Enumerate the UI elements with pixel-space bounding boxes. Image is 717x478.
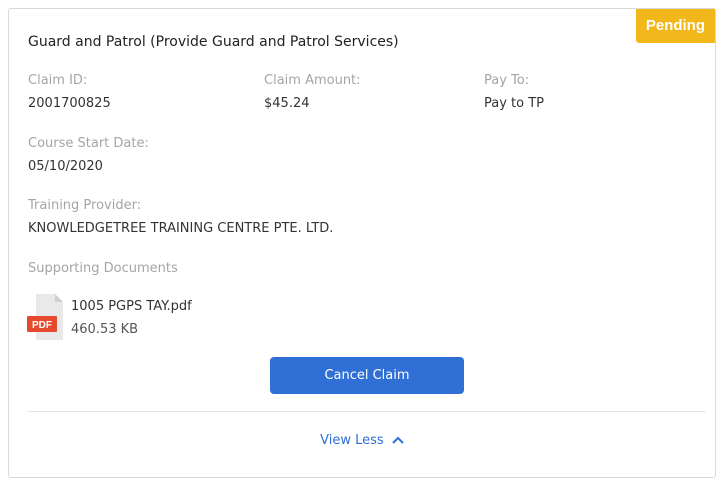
supporting-documents-label: Supporting Documents bbox=[28, 261, 178, 276]
pay-to-value: Pay to TP bbox=[484, 96, 545, 111]
training-provider-label: Training Provider: bbox=[28, 198, 142, 213]
chevron-up-icon bbox=[392, 436, 404, 444]
training-provider-value: KNOWLEDGETREE TRAINING CENTRE PTE. LTD. bbox=[28, 221, 334, 236]
course-start-label: Course Start Date: bbox=[28, 136, 149, 151]
claim-id-label: Claim ID: bbox=[28, 73, 88, 88]
status-badge: Pending bbox=[635, 9, 715, 43]
view-less-label: View Less bbox=[320, 433, 384, 448]
claim-amount-value: $45.24 bbox=[264, 96, 310, 111]
divider bbox=[28, 411, 706, 412]
course-start-value: 05/10/2020 bbox=[28, 159, 103, 174]
view-less-link[interactable]: View Less bbox=[9, 433, 715, 448]
pdf-file-icon[interactable]: PDF bbox=[27, 294, 63, 340]
claim-amount-label: Claim Amount: bbox=[264, 73, 361, 88]
pdf-badge-text: PDF bbox=[32, 320, 52, 331]
document-file-size: 460.53 KB bbox=[71, 322, 139, 337]
claim-title: Guard and Patrol (Provide Guard and Patr… bbox=[28, 34, 399, 50]
claim-id-value: 2001700825 bbox=[28, 96, 111, 111]
cancel-claim-button[interactable]: Cancel Claim bbox=[270, 357, 464, 394]
claim-card: Pending Guard and Patrol (Provide Guard … bbox=[8, 8, 716, 478]
document-file-name[interactable]: 1005 PGPS TAY.pdf bbox=[71, 299, 192, 314]
pay-to-label: Pay To: bbox=[484, 73, 530, 88]
